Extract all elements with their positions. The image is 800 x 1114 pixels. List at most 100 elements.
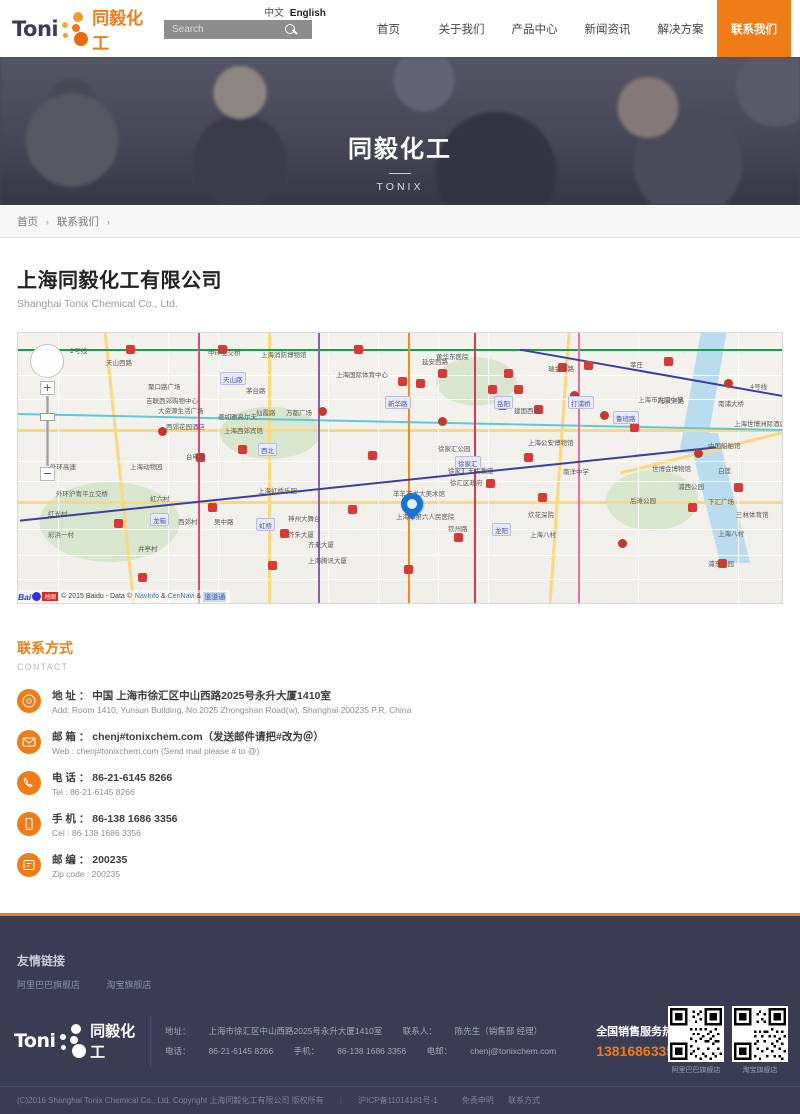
qr-caption-taobao: 淘宝旗舰店 bbox=[742, 1067, 778, 1074]
map-pan-up-icon[interactable] bbox=[44, 349, 52, 357]
page-banner: 同毅化工 TONIX bbox=[0, 57, 800, 205]
map-pan-right-icon[interactable] bbox=[51, 358, 59, 366]
contact-mobile-cn: 手 机 ： 86-138 1686 3356 bbox=[52, 813, 178, 825]
contact-address-en: Add: Room 1410, Yunsun Building, No.2025… bbox=[52, 705, 412, 715]
map-pin-icon bbox=[396, 488, 428, 520]
map-label: 新华路 bbox=[385, 396, 411, 409]
breadcrumb-separator-1: › bbox=[45, 216, 49, 227]
footer-molecule-icon bbox=[57, 1023, 88, 1059]
contact-section: 联系方式 CONTACT 地 址 ： 中国 上海市徐汇区中山西路2025号永升大… bbox=[17, 638, 783, 881]
breadcrumb-home[interactable]: 首页 bbox=[17, 216, 38, 228]
contact-section-title: 联系方式 bbox=[17, 640, 73, 656]
search-box[interactable] bbox=[164, 20, 312, 39]
contact-row-email: 邮 箱 ： chenj#tonixchem.com（发送邮件请把#改为＠） We… bbox=[17, 730, 783, 758]
baidu-logo-icon: Bai 地图 bbox=[18, 591, 59, 602]
footer-divider bbox=[150, 1015, 151, 1067]
map-label: 虹桥 bbox=[256, 518, 275, 531]
map-pan-control[interactable] bbox=[30, 344, 64, 378]
map-zoom-out-button[interactable]: − bbox=[40, 467, 55, 481]
friendly-links-title: 友情链接 bbox=[17, 954, 66, 968]
map-label: 徐汇区政府 bbox=[450, 479, 483, 487]
nav-item-news[interactable]: 新闻资讯 bbox=[571, 0, 644, 57]
map-label: 齐来大厦 bbox=[308, 541, 334, 549]
nav-item-solutions[interactable]: 解决方案 bbox=[644, 0, 717, 57]
map-label: 上海西郊宾馆 bbox=[224, 427, 263, 435]
site-logo[interactable]: Toni 同毅化工 bbox=[12, 4, 152, 54]
map-pan-down-icon[interactable] bbox=[44, 365, 52, 373]
map-label: 神州大舞台 bbox=[288, 515, 321, 523]
map-label: 上海市大同中学 bbox=[638, 396, 684, 404]
qr-item-alibaba: 阿里巴巴旗舰店 bbox=[668, 1006, 724, 1075]
map-label: 白莲 bbox=[718, 467, 731, 475]
search-input[interactable] bbox=[164, 21, 282, 38]
footer-tel-value: 86-21-6145 8266 bbox=[208, 1046, 274, 1056]
map-label: 下汇广场 bbox=[708, 498, 734, 506]
friendly-link-alibaba[interactable]: 阿里巴巴旗舰店 bbox=[17, 980, 80, 990]
map-label: 三林体育馆 bbox=[736, 511, 769, 519]
icp-license-link[interactable]: 沪ICP备11014181号-1 bbox=[358, 1096, 437, 1105]
map-label: 上海消防博物馆 bbox=[261, 351, 307, 359]
page-title: 上海同毅化工有限公司 bbox=[17, 270, 222, 292]
map-label: 浦东公园 bbox=[708, 560, 734, 568]
nav-item-about[interactable]: 关于我们 bbox=[425, 0, 498, 57]
search-icon[interactable] bbox=[282, 20, 302, 39]
map-label: 中国船舶馆 bbox=[708, 442, 741, 450]
lang-link-cn[interactable]: 中文 bbox=[264, 8, 284, 19]
map-label: 4号线 bbox=[750, 383, 768, 391]
contact-way-link[interactable]: 联系方式 bbox=[508, 1096, 540, 1105]
envelope-icon bbox=[17, 730, 41, 754]
map-zoom-in-button[interactable]: + bbox=[40, 381, 55, 395]
map-label: 吴中路 bbox=[214, 518, 234, 526]
map-zoom-handle[interactable] bbox=[40, 413, 55, 421]
map-label: 万都广场 bbox=[286, 409, 312, 417]
nav-item-contact[interactable]: 联系我们 bbox=[717, 0, 791, 57]
page-subtitle: Shanghai Tonix Chemical Co., Ltd. bbox=[17, 298, 178, 310]
map-zoom-track[interactable] bbox=[46, 396, 49, 466]
qr-code-taobao-image bbox=[732, 1006, 788, 1062]
copyright-text: (C)2016 Shanghai Tonix Chemical Co., Ltd… bbox=[17, 1096, 324, 1105]
map-road bbox=[18, 429, 782, 432]
qr-code-group: 阿里巴巴旗舰店 淘宝旗舰店 bbox=[660, 1006, 788, 1075]
language-switcher: 中文 English bbox=[264, 4, 329, 19]
contact-row-address: 地 址 ： 中国 上海市徐汇区中山西路2025号永升大厦1410室 Add: R… bbox=[17, 689, 783, 717]
footer-address-value: 上海市徐汇区中山西路2025号永升大厦1410室 bbox=[208, 1026, 383, 1036]
nav-item-products[interactable]: 产品中心 bbox=[498, 0, 571, 57]
map-label: 南洋中学 bbox=[563, 468, 589, 476]
map-label: 仙霞路 bbox=[256, 409, 276, 417]
nav-item-home[interactable]: 首页 bbox=[352, 0, 425, 57]
map-metro-line bbox=[198, 333, 200, 603]
footer-logo[interactable]: Toni 同毅化工 bbox=[14, 1020, 144, 1062]
logo-latin-text: Toni bbox=[12, 16, 59, 41]
map-label: 延安西路 bbox=[422, 358, 448, 366]
map-location-marker[interactable] bbox=[396, 488, 428, 523]
map-label: 上海动物园 bbox=[130, 463, 163, 471]
map-label: 龙箱 bbox=[150, 513, 169, 526]
contact-row-phone: 电 话 ： 86-21-6145 8266 Tel : 86-21-6145 8… bbox=[17, 771, 783, 799]
footer-mail-label: 电邮： bbox=[426, 1046, 453, 1056]
map-source-cennavi[interactable]: CenNavi bbox=[168, 593, 195, 600]
friendly-links-list: 阿里巴巴旗舰店 淘宝旗舰店 bbox=[17, 978, 800, 991]
map-label: 钦州路 bbox=[448, 525, 468, 533]
map-label: 打浦桥 bbox=[568, 396, 594, 409]
map-source-daodaotong[interactable]: 道道通 bbox=[203, 591, 227, 602]
map-source-navinfo[interactable]: NavInfo bbox=[135, 593, 159, 600]
map-label: 上海八村 bbox=[718, 530, 744, 538]
map-pan-left-icon[interactable] bbox=[35, 358, 43, 366]
friendly-link-taobao[interactable]: 淘宝旗舰店 bbox=[107, 980, 152, 990]
footer-info-line-2: 电话： 86-21-6145 8266 手机： 86-138 1686 3356 电… bbox=[165, 1041, 574, 1061]
map-label: 后滩公园 bbox=[630, 497, 656, 505]
map-zoom-control[interactable]: + − bbox=[40, 381, 55, 481]
site-footer: 友情链接 阿里巴巴旗舰店 淘宝旗舰店 Toni 同毅化工 地址： 上海市徐汇区中山… bbox=[0, 913, 800, 1114]
map-metro-line bbox=[408, 333, 410, 603]
baidu-map[interactable]: 天山西路 中环立交桥 上海消防博物馆 黄华东医院 天山路 上海国际体育中心 延安西路 瑞金二路… bbox=[17, 332, 783, 604]
map-attribution-prefix: © 2015 Baidu - Data © bbox=[61, 593, 132, 600]
molecule-icon bbox=[59, 11, 89, 47]
map-label: 西北 bbox=[258, 443, 277, 456]
breadcrumb-current[interactable]: 联系我们 bbox=[57, 216, 99, 228]
map-label: 西郊花园酒店 bbox=[166, 423, 205, 431]
lang-link-en[interactable]: English bbox=[290, 8, 326, 19]
map-canvas[interactable]: 天山西路 中环立交桥 上海消防博物馆 黄华东医院 天山路 上海国际体育中心 延安西路 瑞金二路… bbox=[18, 333, 782, 603]
map-label: 2号线 bbox=[70, 347, 88, 355]
map-label: 上海腾讯大厦 bbox=[308, 557, 347, 565]
disclaimer-link[interactable]: 免责申明 bbox=[462, 1096, 494, 1105]
